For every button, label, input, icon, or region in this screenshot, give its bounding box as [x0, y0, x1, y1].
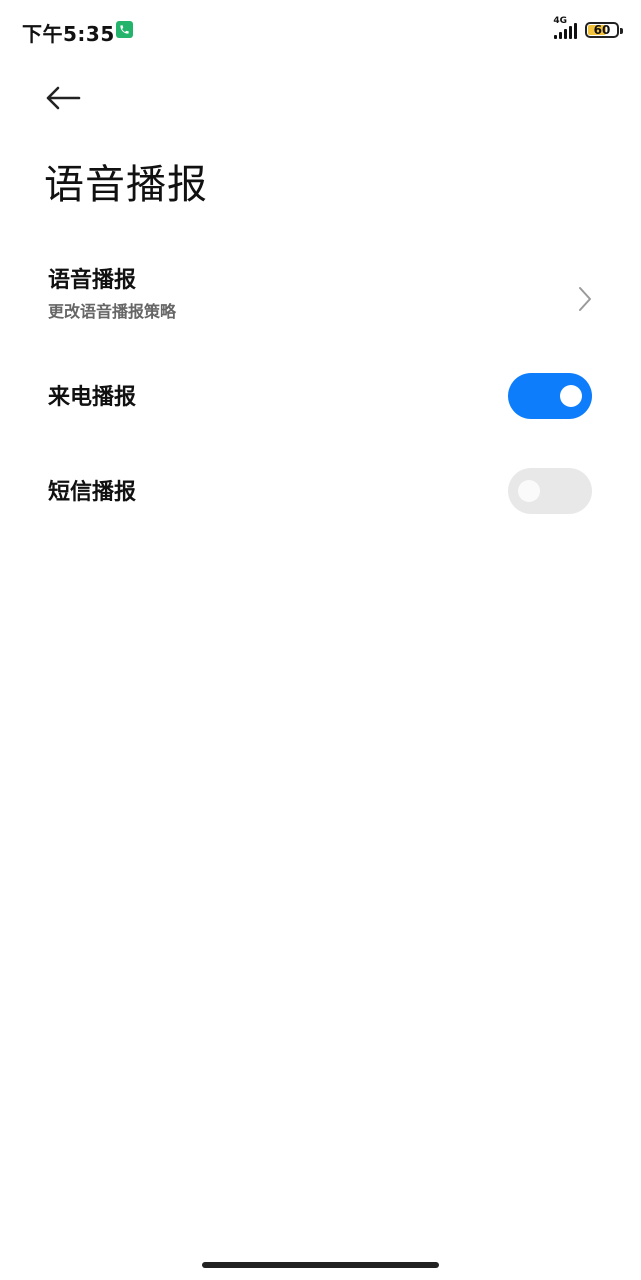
battery-level: 60 — [593, 23, 611, 37]
phone-icon — [116, 21, 133, 38]
status-time: 下午5:35 — [22, 22, 115, 46]
status-bar: 下午5:35 4G 60 — [0, 0, 641, 60]
battery-tip — [620, 28, 623, 34]
chevron-right-icon — [579, 287, 591, 311]
back-arrow-icon — [46, 86, 81, 110]
voice-broadcast-title: 语音播报 — [48, 268, 137, 293]
status-indicators: 4G 60 — [553, 16, 623, 40]
page-title: 语音播报 — [44, 162, 208, 208]
back-button[interactable] — [38, 76, 88, 120]
network-type-label: 4G — [553, 16, 567, 26]
toggle-knob — [518, 480, 540, 502]
home-indicator[interactable] — [202, 1262, 439, 1268]
sms-broadcast-toggle[interactable] — [508, 468, 592, 514]
toggle-knob — [560, 385, 582, 407]
incoming-call-broadcast-toggle[interactable] — [508, 373, 592, 419]
battery-icon: 60 — [585, 22, 623, 38]
voice-broadcast-subtitle: 更改语音播报策略 — [48, 302, 177, 321]
voice-broadcast-row[interactable]: 语音播报 更改语音播报策略 — [0, 262, 641, 334]
